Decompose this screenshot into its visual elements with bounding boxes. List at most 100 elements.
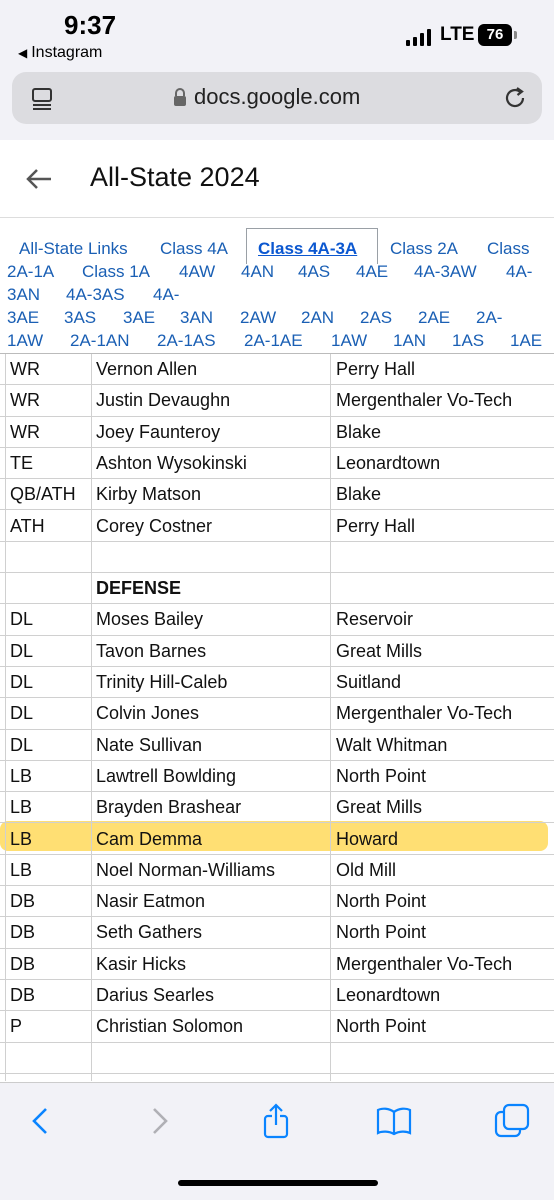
- school-cell[interactable]: Perry Hall: [336, 354, 554, 384]
- school-cell[interactable]: North Point: [336, 917, 554, 947]
- player-cell[interactable]: Kasir Hicks: [96, 949, 328, 979]
- school-cell[interactable]: Mergenthaler Vo-Tech: [336, 385, 554, 415]
- school-cell[interactable]: Suitland: [336, 667, 554, 697]
- school-cell[interactable]: Walt Whitman: [336, 730, 554, 760]
- tab-1an[interactable]: 1AN: [393, 330, 426, 353]
- tab-4a-3an[interactable]: 4A-: [506, 261, 532, 284]
- school-cell[interactable]: Reservoir: [336, 604, 554, 634]
- tab-class-4a-3a[interactable]: Class 4A-3A: [258, 238, 357, 261]
- position-cell[interactable]: DL: [10, 730, 88, 760]
- tab-4as[interactable]: 4AS: [298, 261, 330, 284]
- player-cell[interactable]: Justin Devaughn: [96, 385, 328, 415]
- school-cell[interactable]: North Point: [336, 761, 554, 791]
- player-cell[interactable]: Joey Faunteroy: [96, 417, 328, 447]
- share-icon[interactable]: [258, 1103, 294, 1139]
- position-cell[interactable]: DL: [10, 667, 88, 697]
- position-cell[interactable]: DL: [10, 636, 88, 666]
- position-cell[interactable]: DB: [10, 949, 88, 979]
- tab-1aw[interactable]: 1AW: [331, 330, 367, 353]
- tab-class-2a-1a-cont[interactable]: 2A-1A: [7, 261, 54, 284]
- player-cell[interactable]: Vernon Allen: [96, 354, 328, 384]
- school-cell[interactable]: North Point: [336, 1011, 554, 1041]
- tab-2a-1an[interactable]: 2A-1AN: [70, 330, 130, 353]
- tab-2ae[interactable]: 2AE: [418, 307, 450, 330]
- tab-4a-3ae-cont[interactable]: 3AE: [7, 307, 39, 330]
- reload-icon[interactable]: [502, 85, 528, 111]
- tab-4a-3ae[interactable]: 4A-: [153, 284, 179, 307]
- tab-class-2a-1a[interactable]: Class: [487, 238, 530, 261]
- position-cell[interactable]: WR: [10, 354, 88, 384]
- position-cell[interactable]: DB: [10, 980, 88, 1010]
- tab-4an[interactable]: 4AN: [241, 261, 274, 284]
- player-cell[interactable]: Ashton Wysokinski: [96, 448, 328, 478]
- address-bar[interactable]: docs.google.com: [12, 72, 542, 124]
- tab-4a-3as[interactable]: 4A-3AS: [66, 284, 125, 307]
- player-cell[interactable]: Cam Demma: [96, 824, 328, 854]
- back-arrow-icon[interactable]: [24, 164, 54, 194]
- tab-4a-3aw[interactable]: 4A-3AW: [414, 261, 477, 284]
- school-cell[interactable]: North Point: [336, 886, 554, 916]
- tab-1ae[interactable]: 1AE: [510, 330, 542, 353]
- school-cell[interactable]: [336, 542, 554, 572]
- position-cell[interactable]: LB: [10, 761, 88, 791]
- tab-2as[interactable]: 2AS: [360, 307, 392, 330]
- school-cell[interactable]: Great Mills: [336, 792, 554, 822]
- school-cell[interactable]: Corey Costner, Perry Hall: [336, 1074, 554, 1081]
- position-cell[interactable]: QB/ATH: [10, 479, 88, 509]
- player-cell[interactable]: Nate Sullivan: [96, 730, 328, 760]
- tab-3as[interactable]: 3AS: [64, 307, 96, 330]
- tab-2aw[interactable]: 2AW: [240, 307, 276, 330]
- position-cell[interactable]: WR: [10, 385, 88, 415]
- player-cell[interactable]: [96, 1043, 328, 1073]
- tab-3ae[interactable]: 3AE: [123, 307, 155, 330]
- tab-class-1a[interactable]: Class 1A: [82, 261, 150, 284]
- reader-icon[interactable]: [30, 86, 54, 110]
- position-cell[interactable]: TE: [10, 448, 88, 478]
- position-cell[interactable]: [10, 573, 88, 603]
- school-cell[interactable]: Leonardtown: [336, 448, 554, 478]
- position-cell[interactable]: DB: [10, 917, 88, 947]
- school-cell[interactable]: [336, 573, 554, 603]
- player-cell[interactable]: Brayden Brashear: [96, 792, 328, 822]
- player-cell[interactable]: Darius Searles: [96, 980, 328, 1010]
- player-cell[interactable]: 4A-3A Player of the Year:: [96, 1074, 328, 1081]
- player-cell[interactable]: Lawtrell Bowlding: [96, 761, 328, 791]
- tab-class-2a[interactable]: Class 2A: [390, 238, 458, 261]
- school-cell[interactable]: Mergenthaler Vo-Tech: [336, 698, 554, 728]
- position-cell[interactable]: DB: [10, 886, 88, 916]
- tab-2a-1as[interactable]: 2A-1AS: [157, 330, 216, 353]
- url-text[interactable]: docs.google.com: [194, 84, 360, 110]
- position-cell[interactable]: LB: [10, 824, 88, 854]
- forward-icon[interactable]: [142, 1103, 178, 1139]
- player-cell[interactable]: Christian Solomon: [96, 1011, 328, 1041]
- player-cell[interactable]: DEFENSE: [96, 573, 328, 603]
- position-cell[interactable]: ATH: [10, 511, 88, 541]
- position-cell[interactable]: [10, 542, 88, 572]
- player-cell[interactable]: Colvin Jones: [96, 698, 328, 728]
- player-cell[interactable]: Kirby Matson: [96, 479, 328, 509]
- tab-2a-1aw[interactable]: 2A-: [476, 307, 502, 330]
- player-cell[interactable]: Corey Costner: [96, 511, 328, 541]
- tab-1as[interactable]: 1AS: [452, 330, 484, 353]
- school-cell[interactable]: Perry Hall: [336, 511, 554, 541]
- player-cell[interactable]: Tavon Barnes: [96, 636, 328, 666]
- school-cell[interactable]: Blake: [336, 417, 554, 447]
- position-cell[interactable]: P: [10, 1011, 88, 1041]
- school-cell[interactable]: Blake: [336, 479, 554, 509]
- school-cell[interactable]: Great Mills: [336, 636, 554, 666]
- player-cell[interactable]: Noel Norman-Williams: [96, 855, 328, 885]
- school-cell[interactable]: Mergenthaler Vo-Tech: [336, 949, 554, 979]
- back-icon[interactable]: [22, 1103, 58, 1139]
- school-cell[interactable]: Old Mill: [336, 855, 554, 885]
- tab-2a-1aw-cont[interactable]: 1AW: [7, 330, 43, 353]
- position-cell[interactable]: LB: [10, 855, 88, 885]
- tab-4aw[interactable]: 4AW: [179, 261, 215, 284]
- player-cell[interactable]: Moses Bailey: [96, 604, 328, 634]
- bookmarks-icon[interactable]: [376, 1103, 412, 1139]
- position-cell[interactable]: [10, 1074, 88, 1081]
- player-cell[interactable]: [96, 542, 328, 572]
- school-cell[interactable]: Howard: [336, 824, 554, 854]
- tab-2a-1ae[interactable]: 2A-1AE: [244, 330, 303, 353]
- position-cell[interactable]: DL: [10, 698, 88, 728]
- player-cell[interactable]: Seth Gathers: [96, 917, 328, 947]
